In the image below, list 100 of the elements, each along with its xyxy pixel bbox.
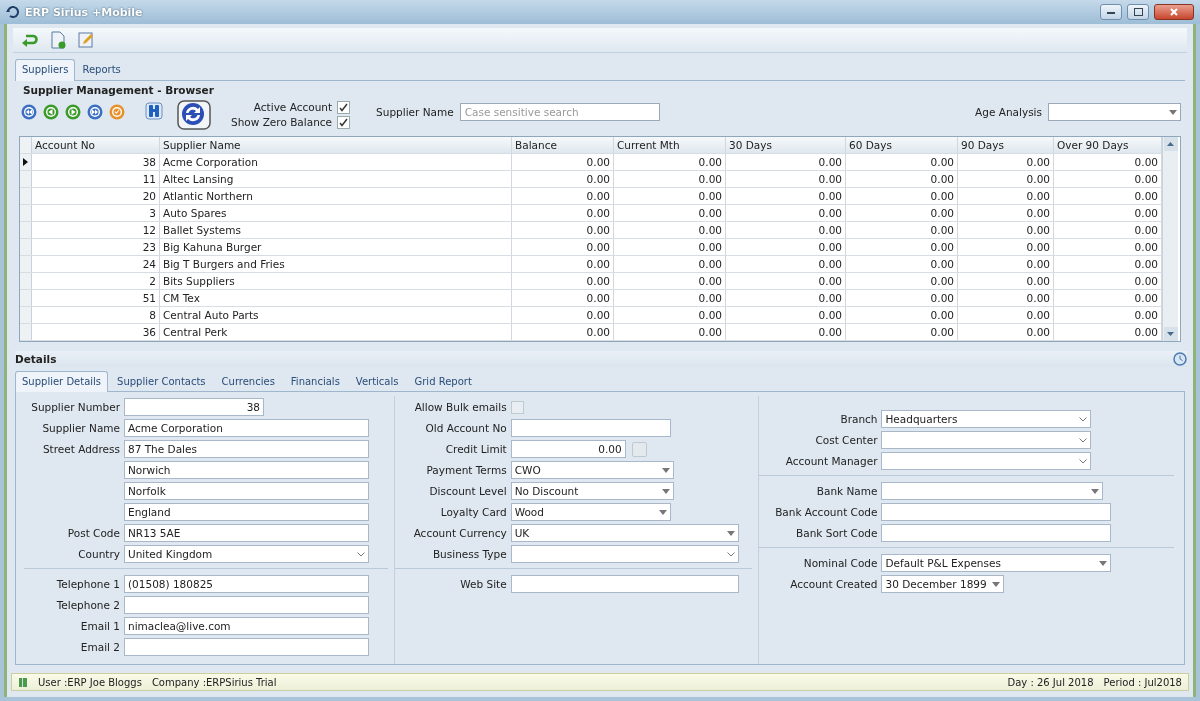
table-cell: 0.00 <box>512 290 614 306</box>
input-field[interactable]: (01508) 180825 <box>124 575 369 593</box>
field-label: Credit Limit <box>445 443 507 455</box>
column-header[interactable]: Current Mth <box>614 137 726 153</box>
dropdown-field[interactable]: UK <box>510 524 739 542</box>
column-header[interactable]: 30 Days <box>726 137 846 153</box>
input-field[interactable]: nimaclea@live.com <box>124 617 369 635</box>
table-cell: Auto Spares <box>160 205 512 221</box>
field-label: Cost Center <box>815 434 878 446</box>
next-record-icon[interactable] <box>65 104 81 120</box>
table-cell: 0.00 <box>846 324 958 340</box>
table-cell: 0.00 <box>958 222 1054 238</box>
column-header[interactable]: Supplier Name <box>160 137 512 153</box>
column-header[interactable]: 90 Days <box>958 137 1054 153</box>
dropdown-field[interactable]: Headquarters <box>881 410 1092 428</box>
input-field[interactable]: 87 The Dales <box>124 440 369 458</box>
table-cell: 0.00 <box>512 307 614 323</box>
tab[interactable]: Financials <box>283 371 347 391</box>
input-field[interactable]: Acme Corporation <box>124 419 369 437</box>
tab[interactable]: Grid Report <box>407 371 479 391</box>
dropdown-field[interactable] <box>881 452 1092 470</box>
last-record-icon[interactable] <box>87 104 103 120</box>
table-cell: Big Kahuna Burger <box>160 239 512 255</box>
status-text: Day : 26 Jul 2018 <box>1007 676 1094 688</box>
number-field[interactable]: 38 <box>124 398 264 416</box>
table-cell: 0.00 <box>512 239 614 255</box>
table-cell: 51 <box>32 290 160 306</box>
minimize-button[interactable] <box>1100 4 1122 20</box>
dropdown-field[interactable]: No Discount <box>510 482 674 500</box>
tab[interactable]: Verticals <box>348 371 406 391</box>
calculator-button[interactable] <box>631 441 647 457</box>
tab[interactable]: Reports <box>75 59 128 80</box>
column-header[interactable]: Balance <box>512 137 614 153</box>
input-field[interactable] <box>881 503 1112 521</box>
previous-record-icon[interactable] <box>43 104 59 120</box>
checkbox[interactable] <box>337 100 351 114</box>
input-field[interactable] <box>881 524 1112 542</box>
clock-icon[interactable] <box>1173 352 1187 366</box>
column-header[interactable]: Over 90 Days <box>1054 137 1162 153</box>
dropdown-field[interactable] <box>1048 103 1181 121</box>
input-field[interactable] <box>510 419 671 437</box>
tab[interactable]: Supplier Details <box>15 371 109 392</box>
table-cell: Central Perk <box>160 324 512 340</box>
check-circle-icon[interactable] <box>109 104 125 120</box>
checkbox[interactable] <box>337 115 351 129</box>
edit-document-icon[interactable] <box>77 31 95 49</box>
number-field[interactable]: 0.00 <box>510 440 626 458</box>
input-field[interactable]: Norfolk <box>124 482 369 500</box>
input-field[interactable] <box>124 596 369 614</box>
row-selector[interactable] <box>20 154 32 170</box>
scrollbar[interactable] <box>1162 137 1178 341</box>
dropdown-field[interactable]: Wood <box>510 503 671 521</box>
table-cell: Atlantic Northern <box>160 188 512 204</box>
tab[interactable]: Supplier Contacts <box>110 371 213 391</box>
dropdown-field[interactable]: United Kingdom <box>124 545 369 563</box>
maximize-button[interactable] <box>1127 4 1149 20</box>
input-field[interactable]: England <box>124 503 369 521</box>
input-field[interactable]: NR13 5AE <box>124 524 369 542</box>
table-cell: 0.00 <box>614 188 726 204</box>
column-header[interactable]: 60 Days <box>846 137 958 153</box>
table-cell: 24 <box>32 256 160 272</box>
input-field[interactable] <box>510 575 739 593</box>
field-label: Account Manager <box>785 455 878 467</box>
checkbox[interactable] <box>510 400 524 414</box>
dropdown-field[interactable]: 30 December 1899 <box>881 575 1005 593</box>
column-header[interactable]: Account No <box>32 137 160 153</box>
dropdown-field[interactable]: CWO <box>510 461 674 479</box>
table-cell: 0.00 <box>512 188 614 204</box>
new-document-icon[interactable] <box>49 31 67 49</box>
dropdown-field[interactable] <box>881 431 1092 449</box>
tab[interactable]: Suppliers <box>15 59 76 81</box>
table-cell: 0.00 <box>846 171 958 187</box>
field-label: Loyalty Card <box>440 506 507 518</box>
table-cell: 0.00 <box>614 324 726 340</box>
table-cell: 0.00 <box>846 222 958 238</box>
table-cell: 0.00 <box>726 324 846 340</box>
dropdown-field[interactable] <box>510 545 739 563</box>
table-cell: 0.00 <box>726 256 846 272</box>
refresh-icon[interactable] <box>177 100 211 130</box>
field-label: Age Analysis <box>975 106 1042 118</box>
first-record-icon[interactable] <box>21 104 37 120</box>
input-field[interactable]: Norwich <box>124 461 369 479</box>
chevron-down-icon <box>357 551 365 557</box>
chevron-down-icon <box>1079 416 1088 422</box>
input-field[interactable] <box>124 638 369 656</box>
table-cell: 0.00 <box>512 222 614 238</box>
tab[interactable]: Currencies <box>214 371 282 391</box>
dropdown-arrow-icon <box>726 530 735 536</box>
field-label: Street Address <box>42 443 120 455</box>
dropdown-field[interactable] <box>881 482 1104 500</box>
dropdown-field[interactable]: Default P&L Expenses <box>881 554 1112 572</box>
book-icon <box>18 676 28 688</box>
field-label: Bank Sort Code <box>796 527 878 539</box>
table-cell: 0.00 <box>726 273 846 289</box>
field-label: Supplier Number <box>31 401 120 413</box>
table-cell: 0.00 <box>958 256 1054 272</box>
scroll-up-icon <box>1167 142 1174 146</box>
table-cell: 0.00 <box>614 154 726 170</box>
close-button[interactable] <box>1154 4 1194 20</box>
field-label: Telephone 1 <box>56 578 120 590</box>
